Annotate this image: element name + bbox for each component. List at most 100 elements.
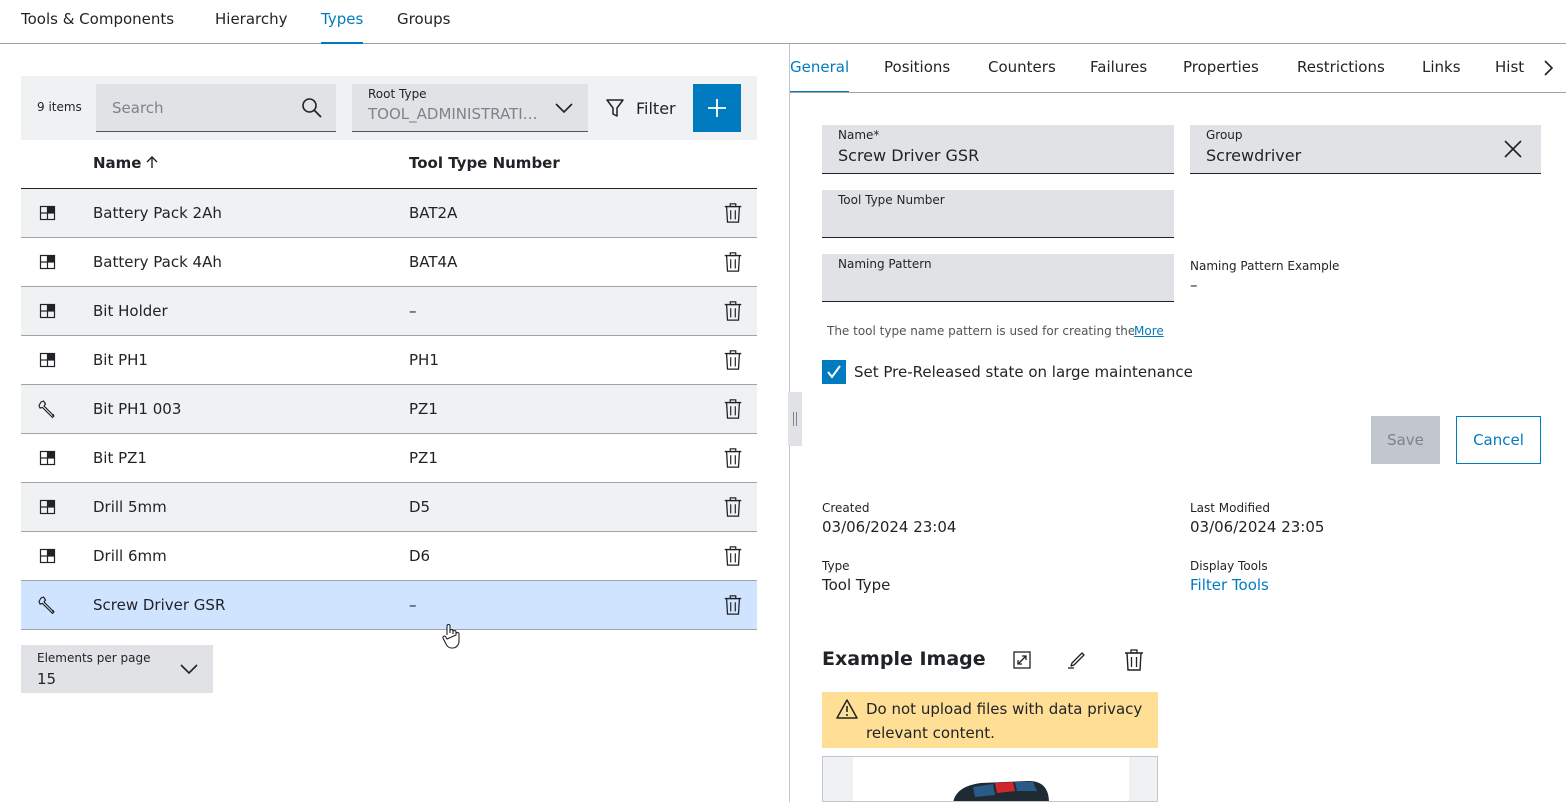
search-placeholder: Search bbox=[112, 99, 164, 117]
tab-properties[interactable]: Properties bbox=[1183, 58, 1259, 92]
tab-positions[interactable]: Positions bbox=[884, 58, 950, 92]
hint-more-link[interactable]: More bbox=[1134, 324, 1164, 338]
chevron-right-icon bbox=[1544, 60, 1554, 76]
row-name: Bit Holder bbox=[93, 302, 168, 320]
table-row[interactable]: Bit PH1 003 PZ1 bbox=[21, 385, 757, 434]
delete-icon[interactable] bbox=[722, 202, 744, 224]
column-header-name[interactable]: Name bbox=[93, 154, 159, 172]
row-name: Drill 5mm bbox=[93, 498, 167, 516]
delete-icon[interactable] bbox=[722, 545, 744, 567]
name-field[interactable]: Name* Screw Driver GSR bbox=[822, 125, 1174, 174]
row-name: Bit PZ1 bbox=[93, 449, 147, 467]
naming-example-value: – bbox=[1190, 276, 1198, 294]
tool-type-number-label: Tool Type Number bbox=[838, 193, 945, 207]
row-tool-type-number: PH1 bbox=[409, 351, 439, 369]
table-row[interactable]: Bit Holder – bbox=[21, 287, 757, 336]
tab-hierarchy[interactable]: Hierarchy bbox=[215, 10, 288, 44]
row-name: Bit PH1 003 bbox=[93, 400, 182, 418]
close-icon[interactable] bbox=[1501, 137, 1525, 161]
elements-per-page-value: 15 bbox=[37, 670, 57, 688]
table-row[interactable]: Drill 5mm D5 bbox=[21, 483, 757, 532]
group-value: Screwdriver bbox=[1206, 146, 1302, 165]
hint-text: The tool type name pattern is used for c… bbox=[827, 324, 1134, 338]
save-button[interactable]: Save bbox=[1371, 416, 1440, 464]
delete-icon[interactable] bbox=[722, 594, 744, 616]
column-name-label: Name bbox=[93, 154, 142, 172]
row-name: Battery Pack 2Ah bbox=[93, 204, 222, 222]
chevron-down-icon bbox=[180, 664, 198, 675]
column-header-tool-type-number[interactable]: Tool Type Number bbox=[409, 154, 560, 172]
example-image-title: Example Image bbox=[822, 648, 986, 670]
row-name: Drill 6mm bbox=[93, 547, 167, 565]
top-navigation: Tools & Components Hierarchy Types Group… bbox=[0, 0, 1566, 44]
delete-icon[interactable] bbox=[722, 447, 744, 469]
table-row[interactable]: Screw Driver GSR – bbox=[21, 581, 757, 630]
search-input[interactable]: Search bbox=[96, 84, 336, 132]
wrench-icon bbox=[38, 399, 58, 419]
root-type-select[interactable]: Root Type TOOL_ADMINISTRATION bbox=[352, 84, 588, 132]
plus-icon bbox=[708, 99, 726, 117]
row-name: Bit PH1 bbox=[93, 351, 148, 369]
tabs-scroll-right[interactable] bbox=[1538, 56, 1558, 80]
tab-types[interactable]: Types bbox=[321, 10, 364, 44]
filter-label: Filter bbox=[636, 99, 676, 118]
group-field[interactable]: Group Screwdriver bbox=[1190, 125, 1541, 174]
row-name: Battery Pack 4Ah bbox=[93, 253, 222, 271]
table-row[interactable]: Battery Pack 4Ah BAT4A bbox=[21, 238, 757, 287]
delete-icon[interactable] bbox=[722, 300, 744, 322]
elements-per-page-label: Elements per page bbox=[37, 651, 151, 665]
tab-failures[interactable]: Failures bbox=[1090, 58, 1147, 92]
wrench-icon bbox=[38, 595, 58, 615]
modified-label: Last Modified bbox=[1190, 501, 1271, 515]
created-value: 03/06/2024 23:04 bbox=[822, 518, 957, 536]
type-value: Tool Type bbox=[822, 576, 891, 594]
delete-icon[interactable] bbox=[722, 398, 744, 420]
naming-pattern-hint: The tool type name pattern is used for c… bbox=[827, 324, 1164, 338]
cancel-button[interactable]: Cancel bbox=[1456, 416, 1541, 464]
row-tool-type-number: BAT4A bbox=[409, 253, 458, 271]
resize-handle[interactable] bbox=[788, 392, 802, 446]
privacy-warning: Do not upload files with data privacy re… bbox=[822, 692, 1158, 748]
warning-text: Do not upload files with data privacy re… bbox=[866, 700, 1143, 742]
root-type-label: Root Type bbox=[368, 87, 427, 101]
root-type-value: TOOL_ADMINISTRATION bbox=[368, 105, 544, 123]
component-icon bbox=[38, 497, 58, 517]
detail-tabs: General Positions Counters Failures Prop… bbox=[790, 44, 1566, 93]
tab-links[interactable]: Links bbox=[1422, 58, 1461, 92]
row-tool-type-number: – bbox=[409, 596, 417, 614]
pre-released-label: Set Pre-Released state on large maintena… bbox=[854, 363, 1193, 381]
tab-history[interactable]: Hist bbox=[1495, 58, 1524, 92]
row-tool-type-number: – bbox=[409, 302, 417, 320]
expand-icon[interactable] bbox=[1010, 648, 1034, 672]
table-row[interactable]: Drill 6mm D6 bbox=[21, 532, 757, 581]
row-tool-type-number: PZ1 bbox=[409, 449, 438, 467]
edit-icon[interactable] bbox=[1066, 648, 1090, 672]
delete-icon[interactable] bbox=[1122, 648, 1146, 672]
tab-tools-components[interactable]: Tools & Components bbox=[21, 10, 174, 44]
warning-icon bbox=[836, 699, 858, 719]
search-icon[interactable] bbox=[300, 96, 324, 120]
delete-icon[interactable] bbox=[722, 251, 744, 273]
table-row[interactable]: Bit PZ1 PZ1 bbox=[21, 434, 757, 483]
filter-tools-link[interactable]: Filter Tools bbox=[1190, 576, 1269, 594]
tab-counters[interactable]: Counters bbox=[988, 58, 1056, 92]
table-row[interactable]: Battery Pack 2Ah BAT2A bbox=[21, 189, 757, 238]
table-row[interactable]: Bit PH1 PH1 bbox=[21, 336, 757, 385]
filter-button[interactable]: Filter bbox=[599, 84, 695, 132]
naming-example-label: Naming Pattern Example bbox=[1190, 259, 1340, 273]
row-tool-type-number: BAT2A bbox=[409, 204, 458, 222]
image-canvas bbox=[853, 757, 1129, 801]
naming-pattern-label: Naming Pattern bbox=[838, 257, 932, 271]
created-label: Created bbox=[822, 501, 870, 515]
naming-pattern-field[interactable]: Naming Pattern bbox=[822, 254, 1174, 302]
tool-type-number-field[interactable]: Tool Type Number bbox=[822, 190, 1174, 238]
row-tool-type-number: D5 bbox=[409, 498, 431, 516]
elements-per-page-select[interactable]: Elements per page 15 bbox=[21, 645, 213, 693]
tab-groups[interactable]: Groups bbox=[397, 10, 450, 44]
tab-general[interactable]: General bbox=[790, 58, 850, 92]
tab-restrictions[interactable]: Restrictions bbox=[1297, 58, 1385, 92]
add-button[interactable] bbox=[693, 84, 741, 132]
pre-released-checkbox[interactable] bbox=[822, 360, 846, 384]
delete-icon[interactable] bbox=[722, 496, 744, 518]
delete-icon[interactable] bbox=[722, 349, 744, 371]
